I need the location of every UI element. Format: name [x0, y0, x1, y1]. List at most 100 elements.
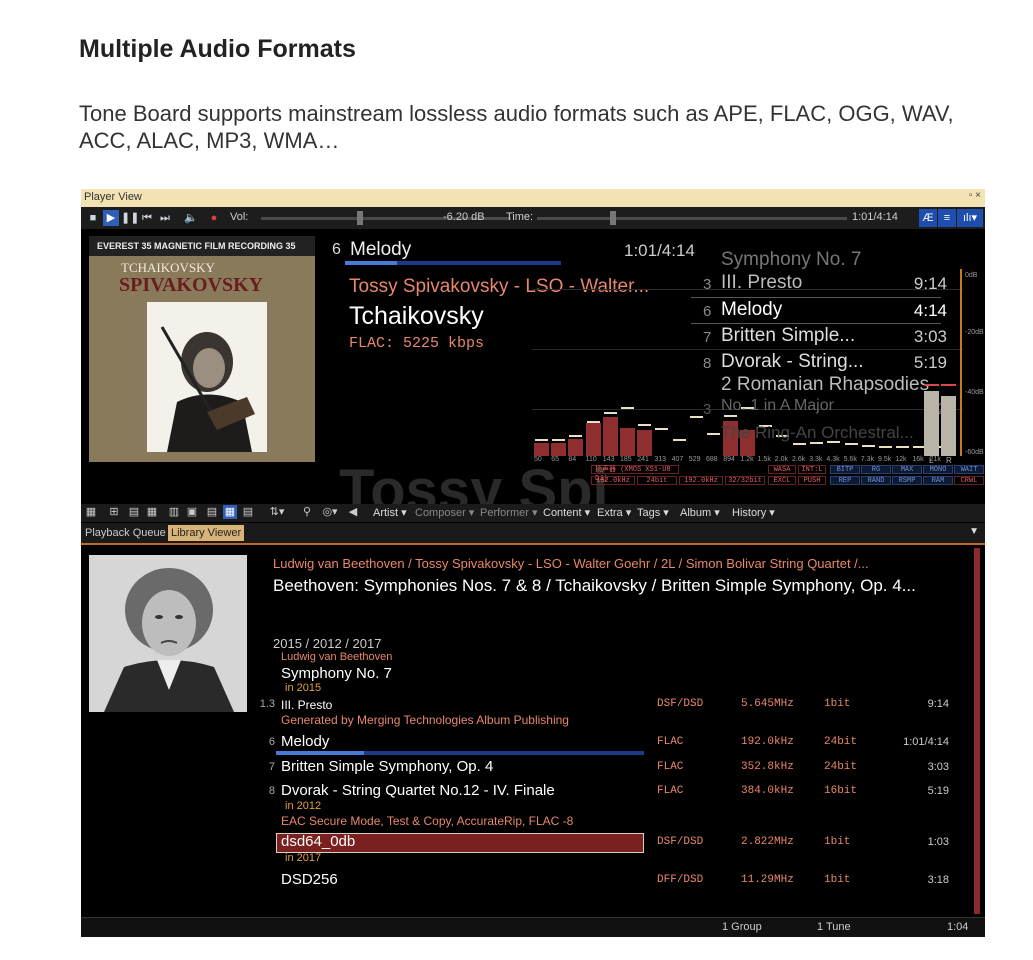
random-badge[interactable]: RAND [861, 476, 891, 485]
filter-icon[interactable]: ◎▾ [319, 505, 341, 519]
track-duration: 1:03 [927, 836, 949, 848]
dsp-icon[interactable]: Æ [919, 209, 937, 227]
record-icon[interactable]: ● [206, 210, 222, 226]
int-badge[interactable]: INT:L [798, 465, 826, 474]
chevron-down-icon[interactable]: ▼ [969, 526, 979, 537]
crawl-badge[interactable]: CRWL [954, 476, 984, 485]
track-format: DSF/DSD [657, 698, 704, 710]
menu-artist[interactable]: Artist ▾ [373, 506, 407, 519]
visualizer-icon[interactable]: ılı▾ [957, 209, 983, 227]
mini-playlist: Symphony No. 7 3 III. Presto 9:14 6 Melo… [691, 239, 961, 459]
detail-view-icon[interactable]: ▤ [205, 505, 219, 519]
now-playing-track-number: 6 [332, 241, 341, 258]
track-duration: 3:03 [927, 761, 949, 773]
track-duration: 1:01/4:14 [903, 736, 949, 748]
tag-icon[interactable]: ◀ [346, 505, 360, 519]
split-view-icon[interactable]: ▣ [185, 505, 199, 519]
spectrum-peak [603, 411, 617, 414]
menu-content[interactable]: Content ▾ [543, 506, 590, 519]
track-samplerate: 2.822MHz [741, 836, 794, 848]
mono-badge[interactable]: MONO [923, 465, 953, 474]
spectrum-bar [620, 427, 635, 456]
push-badge[interactable]: PUSH [798, 476, 826, 485]
mini-playlist-item[interactable]: 3 No. 1 in A Major 12 [691, 397, 961, 419]
track-bitdepth: 1bit [824, 874, 851, 886]
vertical-scrollbar[interactable] [974, 548, 980, 914]
volume-knob[interactable] [357, 211, 363, 225]
tab-library-viewer[interactable]: Library Viewer [168, 525, 245, 541]
menu-composer[interactable]: Composer ▾ [415, 506, 474, 519]
list-view-icon[interactable]: ▤ [241, 505, 255, 519]
spectrum-frequency-label: 50 [534, 456, 542, 463]
album-view-icon[interactable]: ▦ [223, 505, 237, 519]
spectrum-bar [551, 443, 567, 456]
track-row[interactable]: 7 Britten Simple Symphony, Op. 4 FLAC 35… [81, 758, 961, 782]
pause-icon[interactable]: ❚❚ [121, 210, 139, 226]
replaygain-badge[interactable]: RG [861, 465, 891, 474]
play-icon[interactable]: ▶ [103, 210, 119, 226]
track-row[interactable]: 8 Dvorak - String Quartet No.12 - IV. Fi… [81, 782, 961, 806]
spectrum-frequency-label: 407 [671, 456, 684, 463]
wait-badge[interactable]: WAIT [954, 465, 984, 474]
sort-icon[interactable]: ⇅▾ [266, 505, 288, 519]
mini-playlist-item[interactable]: The Ring-An Orchestral... [691, 423, 961, 445]
mini-playlist-item-current[interactable]: 6 Melody 4:14 [691, 299, 961, 321]
mini-playlist-item[interactable]: Symphony No. 7 [691, 249, 961, 271]
time-slider[interactable] [537, 217, 847, 220]
mini-playlist-title: Dvorak - String... [721, 351, 864, 372]
track-bitdepth: 1bit [824, 836, 851, 848]
album-artists: Ludwig van Beethoven / Tossy Spivakovsky… [273, 556, 869, 571]
ram-badge[interactable]: RAM [923, 476, 953, 485]
track-format: FLAC [657, 785, 684, 797]
status-groups: 1 Group [722, 921, 762, 933]
group-title[interactable]: Symphony No. 7 [281, 665, 392, 682]
track-bitdepth: 24bit [824, 736, 858, 748]
menu-extra[interactable]: Extra ▾ [597, 506, 631, 519]
wasapi-badge[interactable]: WASA [768, 465, 796, 474]
mini-playlist-title: No. 1 in A Major [721, 397, 834, 414]
mini-playlist-item[interactable]: 2 Romanian Rhapsodies [691, 374, 961, 396]
previous-icon[interactable]: ⏮ [139, 210, 155, 226]
search-icon[interactable]: ⚲ [300, 505, 314, 519]
menu-tags[interactable]: Tags ▾ [637, 506, 669, 519]
mute-icon[interactable]: 🔈 [183, 210, 199, 226]
quad-view-icon[interactable]: ▦ [145, 505, 159, 519]
tab-playback-queue[interactable]: Playback Queue [82, 525, 169, 541]
mini-playlist-item[interactable]: 7 Britten Simple... 3:03 [691, 325, 961, 347]
now-playing-progress[interactable] [345, 261, 561, 265]
exclusive-badge[interactable]: EXCL [768, 476, 796, 485]
track-title: Dvorak - String Quartet No.12 - IV. Fina… [281, 782, 555, 799]
track-row[interactable]: DSD256 DFF/DSD 11.29MHz 1bit 3:18 [81, 871, 961, 895]
track-title: DSD256 [281, 871, 338, 888]
max-badge[interactable]: MAX [892, 465, 922, 474]
layout-icon[interactable]: ▦ [84, 505, 98, 519]
mini-playlist-item[interactable]: 3 III. Presto 9:14 [691, 272, 961, 294]
stop-icon[interactable]: ■ [85, 210, 101, 226]
cover-banner: EVEREST 35 MAGNETIC FILM RECORDING 35 [89, 236, 315, 256]
spectrum-frequency-label: 143 [602, 456, 615, 463]
next-icon[interactable]: ⏭ [157, 210, 173, 226]
spectrum-frequency-label: 84 [568, 456, 577, 463]
spectrum-bar [568, 438, 584, 456]
output-bits-badge: 32/32bit [725, 476, 765, 485]
columns-view-icon[interactable]: ▥ [167, 505, 181, 519]
resample-badge[interactable]: RSMP [892, 476, 922, 485]
menu-history[interactable]: History ▾ [732, 506, 775, 519]
menu-performer[interactable]: Performer ▾ [480, 506, 537, 519]
window-controls[interactable]: ▫ × [969, 190, 981, 201]
album-years: 2015 / 2012 / 2017 [273, 636, 382, 651]
time-knob[interactable] [610, 211, 616, 225]
repeat-badge[interactable]: REP [830, 476, 860, 485]
track-format: DSF/DSD [657, 836, 704, 848]
track-progress[interactable] [276, 751, 644, 755]
now-playing-format: FLAC: 5225 kbps [349, 335, 485, 352]
mini-playlist-item[interactable]: 8 Dvorak - String... 5:19 [691, 351, 961, 373]
list-view-icon[interactable]: ≡ [938, 209, 956, 227]
tile-view-icon[interactable]: ▤ [127, 505, 141, 519]
bitperfect-badge[interactable]: BITP [830, 465, 860, 474]
track-format: FLAC [657, 736, 684, 748]
track-row-playing[interactable]: 6 Melody FLAC 192.0kHz 24bit 1:01/4:14 [81, 733, 961, 757]
grid-view-icon[interactable]: ⊞ [107, 505, 121, 519]
track-row-selected[interactable]: dsd64_0db DSF/DSD 2.822MHz 1bit 1:03 [81, 833, 961, 857]
menu-album[interactable]: Album ▾ [680, 506, 720, 519]
